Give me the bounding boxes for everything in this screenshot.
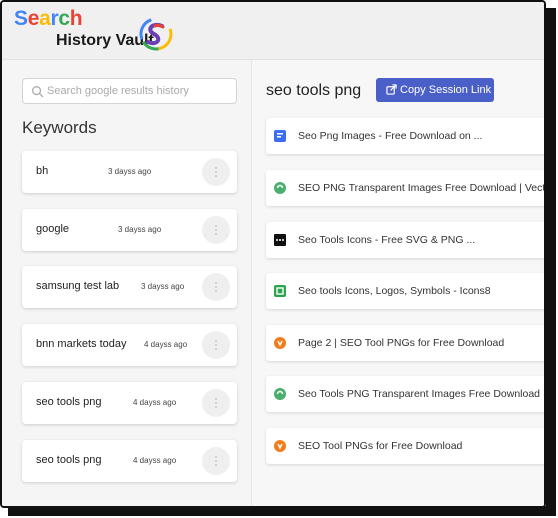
result-title[interactable]: Seo Png Images - Free Download on ... [298,130,482,142]
keyword-item[interactable]: bh 3 dayss ago [22,151,237,193]
green-circle-favicon-icon [274,388,286,400]
keyword-item[interactable]: seo tools png 4 dayss ago [22,382,237,424]
result-title[interactable]: Seo Tools PNG Transparent Images Free Do… [298,388,540,400]
logo-word-search: Search [14,7,83,30]
keyword-label: samsung test lab [36,280,120,292]
keyword-time: 4 dayss ago [133,398,177,407]
keyword-time: 3 dayss ago [118,225,162,234]
orange-circle-favicon-icon [274,337,286,349]
session-title: seo tools png [266,82,362,99]
search-icon [32,86,44,98]
blue-square-favicon-icon [274,130,286,142]
result-item[interactable]: Seo Tools Icons - Free SVG & PNG ... [266,222,544,258]
orange-circle-favicon-icon [274,440,286,452]
more-options-icon[interactable] [202,273,230,301]
result-item[interactable]: Seo tools Icons, Logos, Symbols - Icons8 [266,273,544,309]
copy-session-link-button[interactable]: Copy Session Link [376,78,494,102]
search-field[interactable] [22,78,237,104]
green-circle-favicon-icon [274,182,286,194]
app-header: Search History Vault [2,2,544,60]
keyword-label: bnn markets today [36,338,127,350]
keyword-label: seo tools png [36,396,102,408]
keyword-time: 4 dayss ago [133,456,177,465]
result-title[interactable]: Page 2 | SEO Tool PNGs for Free Download [298,337,504,349]
logo-s-mark-icon [139,17,173,51]
keyword-label: google [36,223,70,235]
window-shadow [546,8,556,514]
keyword-time: 3 dayss ago [141,282,185,291]
result-item[interactable]: Page 2 | SEO Tool PNGs for Free Download [266,325,544,361]
green-square-favicon-icon [274,285,286,297]
logo[interactable]: Search History Vault [14,8,184,58]
window-shadow [8,506,556,516]
more-options-icon[interactable] [202,331,230,359]
keywords-sidebar: Keywords bh 3 dayss ago google 3 dayss a… [2,60,252,506]
keyword-item[interactable]: bnn markets today 4 dayss ago [22,324,237,366]
keyword-time: 4 dayss ago [144,340,188,349]
result-title[interactable]: Seo tools Icons, Logos, Symbols - Icons8 [298,285,491,297]
keywords-heading: Keywords [22,118,97,137]
result-item[interactable]: SEO Tool PNGs for Free Download [266,428,544,464]
keyword-time: 3 dayss ago [108,167,152,176]
result-title[interactable]: Seo Tools Icons - Free SVG & PNG ... [298,234,475,246]
app-window: Search History Vault Keywords bh 3 dayss… [0,0,546,508]
share-icon [386,84,397,95]
more-options-icon[interactable] [202,389,230,417]
black-dots-favicon-icon [274,234,286,246]
keyword-label: bh [36,165,49,177]
result-title[interactable]: SEO Tool PNGs for Free Download [298,440,462,452]
keyword-label: seo tools png [36,454,102,466]
session-panel: seo tools png Copy Session Link Seo Png … [252,60,544,506]
result-item[interactable]: SEO PNG Transparent Images Free Download… [266,170,544,206]
result-item[interactable]: Seo Png Images - Free Download on ... [266,118,544,154]
keyword-item[interactable]: seo tools png 4 dayss ago [22,440,237,482]
result-item[interactable]: Seo Tools PNG Transparent Images Free Do… [266,376,544,412]
more-options-icon[interactable] [202,447,230,475]
keyword-item[interactable]: samsung test lab 3 dayss ago [22,266,237,308]
more-options-icon[interactable] [202,216,230,244]
keyword-item[interactable]: google 3 dayss ago [22,209,237,251]
more-options-icon[interactable] [202,158,230,186]
copy-session-link-label: Copy Session Link [400,84,492,96]
search-input[interactable] [47,81,232,101]
result-title[interactable]: SEO PNG Transparent Images Free Download… [298,182,544,194]
